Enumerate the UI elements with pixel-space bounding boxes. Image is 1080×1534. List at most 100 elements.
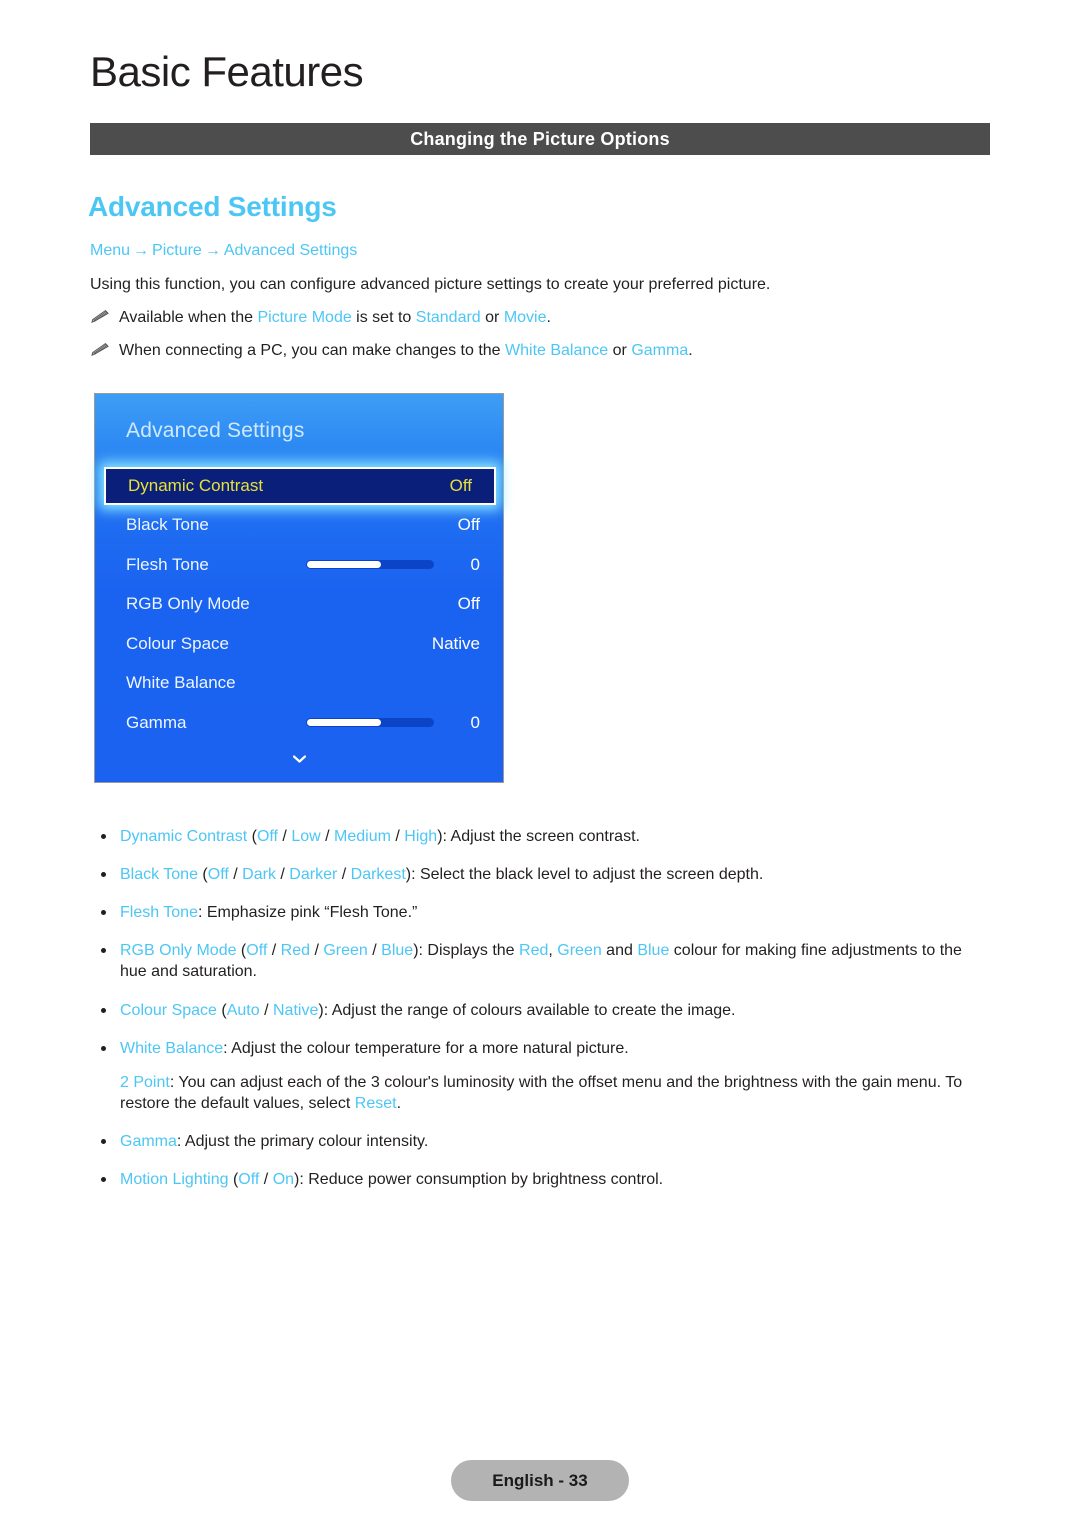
highlighted-term: Native <box>273 1001 319 1019</box>
osd-row-value: 0 <box>470 712 480 732</box>
page-footer: English - 33 <box>451 1460 629 1501</box>
highlighted-term: RGB Only Mode <box>120 942 237 960</box>
osd-row-label: Gamma <box>126 712 187 732</box>
description-text: ( <box>247 828 257 845</box>
osd-row-label: Black Tone <box>126 515 209 535</box>
highlighted-term: Green <box>323 942 368 960</box>
osd-row-value: Off <box>457 515 480 535</box>
highlighted-term: White Balance <box>120 1039 224 1057</box>
pencil-icon <box>90 309 112 324</box>
description-text: : Emphasize pink “Flesh Tone.” <box>197 904 418 922</box>
description-item: Black Tone (Off / Dark / Darker / Darkes… <box>90 864 990 885</box>
breadcrumb-item-advanced-settings: Advanced Settings <box>223 242 358 259</box>
highlighted-term: 2 Point <box>120 1073 170 1091</box>
note-line: When connecting a PC, you can make chang… <box>90 341 693 362</box>
osd-slider[interactable] <box>306 560 434 570</box>
highlighted-term: Off <box>256 828 278 845</box>
highlighted-term: Dynamic Contrast <box>120 828 248 845</box>
osd-row-colour-space[interactable]: Colour Space Native <box>95 624 503 664</box>
description-text: ): Adjust the range of colours available… <box>318 1001 736 1019</box>
highlighted-term: Off <box>238 1171 260 1189</box>
section-band: Changing the Picture Options <box>90 123 990 155</box>
highlighted-term: High <box>404 828 438 845</box>
highlighted-term: Green <box>557 942 602 960</box>
description-text: / <box>228 866 243 884</box>
description-text: / <box>259 1171 273 1189</box>
description-text: , <box>548 942 558 960</box>
description-item: Gamma: Adjust the primary colour intensi… <box>90 1131 990 1152</box>
intro-paragraph: Using this function, you can configure a… <box>90 276 771 293</box>
description-text: ( <box>197 866 208 884</box>
osd-scroll-more[interactable] <box>95 750 503 768</box>
highlighted-term: Colour Space <box>120 1001 217 1019</box>
description-text: / <box>337 866 351 884</box>
highlighted-term: Black Tone <box>120 866 198 884</box>
highlighted-term: Blue <box>381 942 414 960</box>
description-text: / <box>267 942 281 960</box>
description-text: ( <box>236 942 247 960</box>
osd-row-value: Off <box>449 475 472 495</box>
note-line: Available when the Picture Mode is set t… <box>90 308 551 329</box>
highlighted-term: Off <box>246 942 268 960</box>
description-list: Dynamic Contrast (Off / Low / Medium / H… <box>90 810 990 1207</box>
osd-row-label: Colour Space <box>126 633 230 653</box>
highlighted-term: Red <box>519 942 549 960</box>
description-text: / <box>320 828 335 845</box>
description-item: Colour Space (Auto / Native): Adjust the… <box>90 1000 990 1021</box>
description-item: Flesh Tone: Emphasize pink “Flesh Tone.” <box>90 902 990 923</box>
breadcrumb-item-picture: Picture <box>152 242 202 259</box>
description-text: ): Adjust the screen contrast. <box>437 828 640 845</box>
description-text: : Adjust the colour temperature for a mo… <box>223 1039 629 1057</box>
osd-row-label: White Balance <box>126 673 236 693</box>
osd-row-gamma[interactable]: Gamma 0 <box>95 703 503 743</box>
highlighted-term: Red <box>280 942 311 960</box>
highlighted-term: Reset <box>354 1094 397 1112</box>
osd-row-value: Off <box>457 594 480 614</box>
highlighted-term: Low <box>291 828 321 845</box>
highlighted-term: Dark <box>242 866 276 884</box>
note-text: When connecting a PC, you can make chang… <box>119 342 693 359</box>
highlighted-term: On <box>272 1171 295 1189</box>
osd-slider[interactable] <box>306 718 434 728</box>
osd-menu-list: Dynamic Contrast Off Black Tone Off Flesh To… <box>95 466 503 743</box>
highlighted-term: Blue <box>637 942 670 960</box>
highlighted-term: Flesh Tone <box>120 904 198 922</box>
description-text: / <box>367 942 382 960</box>
osd-row-dynamic-contrast[interactable]: Dynamic Contrast Off <box>104 466 496 505</box>
breadcrumb-arrow-icon: → <box>204 242 221 259</box>
chevron-down-icon[interactable] <box>292 750 306 763</box>
osd-row-label: RGB Only Mode <box>126 594 250 614</box>
osd-row-flesh-tone[interactable]: Flesh Tone 0 <box>95 545 503 585</box>
description-text: / <box>310 942 324 960</box>
feature-title: Advanced Settings <box>88 191 337 222</box>
tv-osd-menu: Advanced Settings Dynamic Contrast Off Bla… <box>94 393 504 783</box>
highlighted-term: Auto <box>226 1001 260 1019</box>
osd-row-rgb-only-mode[interactable]: RGB Only Mode Off <box>95 585 503 625</box>
osd-slider-fill <box>307 561 382 569</box>
breadcrumb-arrow-icon: → <box>133 242 150 259</box>
highlighted-term: Darker <box>289 866 338 884</box>
section-band-label: Changing the Picture Options <box>410 128 670 149</box>
osd-row-label: Dynamic Contrast <box>128 475 264 495</box>
osd-row-label: Flesh Tone <box>126 554 209 574</box>
page-title: Basic Features <box>90 48 364 95</box>
page-number-label: English - 33 <box>492 1470 588 1490</box>
description-text: and <box>601 942 638 960</box>
description-text: / <box>275 866 290 884</box>
breadcrumb-item-menu: Menu <box>90 242 131 259</box>
highlighted-term: Motion Lighting <box>120 1171 229 1189</box>
osd-menu-title: Advanced Settings <box>126 419 305 442</box>
highlighted-term: Darkest <box>350 866 406 884</box>
osd-row-value: Native <box>431 633 480 653</box>
description-item: Motion Lighting (Off / On): Reduce power… <box>90 1169 990 1190</box>
pencil-icon <box>90 342 112 357</box>
description-text: / <box>277 828 292 845</box>
description-item: RGB Only Mode (Off / Red / Green / Blue)… <box>90 940 990 982</box>
description-item: Dynamic Contrast (Off / Low / Medium / H… <box>90 826 990 847</box>
osd-row-white-balance[interactable]: White Balance <box>95 664 503 704</box>
description-text: : Adjust the primary colour intensity. <box>176 1132 429 1150</box>
breadcrumb: Menu → Picture → Advanced Settings <box>90 241 357 260</box>
osd-slider-fill <box>307 719 382 727</box>
description-text: ): Reduce power consumption by brightnes… <box>294 1171 664 1189</box>
osd-row-black-tone[interactable]: Black Tone Off <box>95 506 503 546</box>
